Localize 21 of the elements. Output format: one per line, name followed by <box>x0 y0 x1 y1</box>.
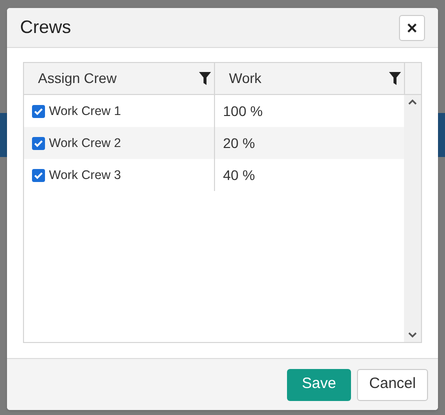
scroll-up-icon[interactable] <box>408 99 417 105</box>
work-percent: 20 % <box>223 134 255 152</box>
checkbox[interactable] <box>32 136 45 150</box>
filter-icon[interactable] <box>199 72 211 85</box>
work-percent: 100 % <box>223 102 263 120</box>
work-percent: 40 % <box>223 166 255 184</box>
dialog-title: Crews <box>20 16 72 39</box>
cancel-button[interactable]: Cancel <box>357 368 428 400</box>
column-header[interactable]: Assign Crew <box>24 63 215 94</box>
crew-name: Work Crew 3 <box>49 166 122 184</box>
close-button[interactable]: × <box>399 14 425 40</box>
checkbox[interactable] <box>32 168 45 182</box>
checkbox[interactable] <box>32 104 45 118</box>
filter-icon[interactable] <box>389 72 401 85</box>
crew-name: Work Crew 2 <box>49 134 122 152</box>
scroll-down-icon[interactable] <box>408 332 417 338</box>
scrollbar[interactable] <box>404 95 421 342</box>
column-header[interactable]: Work <box>215 63 404 94</box>
grid-row[interactable]: Work Crew 2 20 % <box>24 127 404 159</box>
save-button[interactable]: Save <box>287 368 351 400</box>
crew-name: Work Crew 1 <box>49 102 122 120</box>
